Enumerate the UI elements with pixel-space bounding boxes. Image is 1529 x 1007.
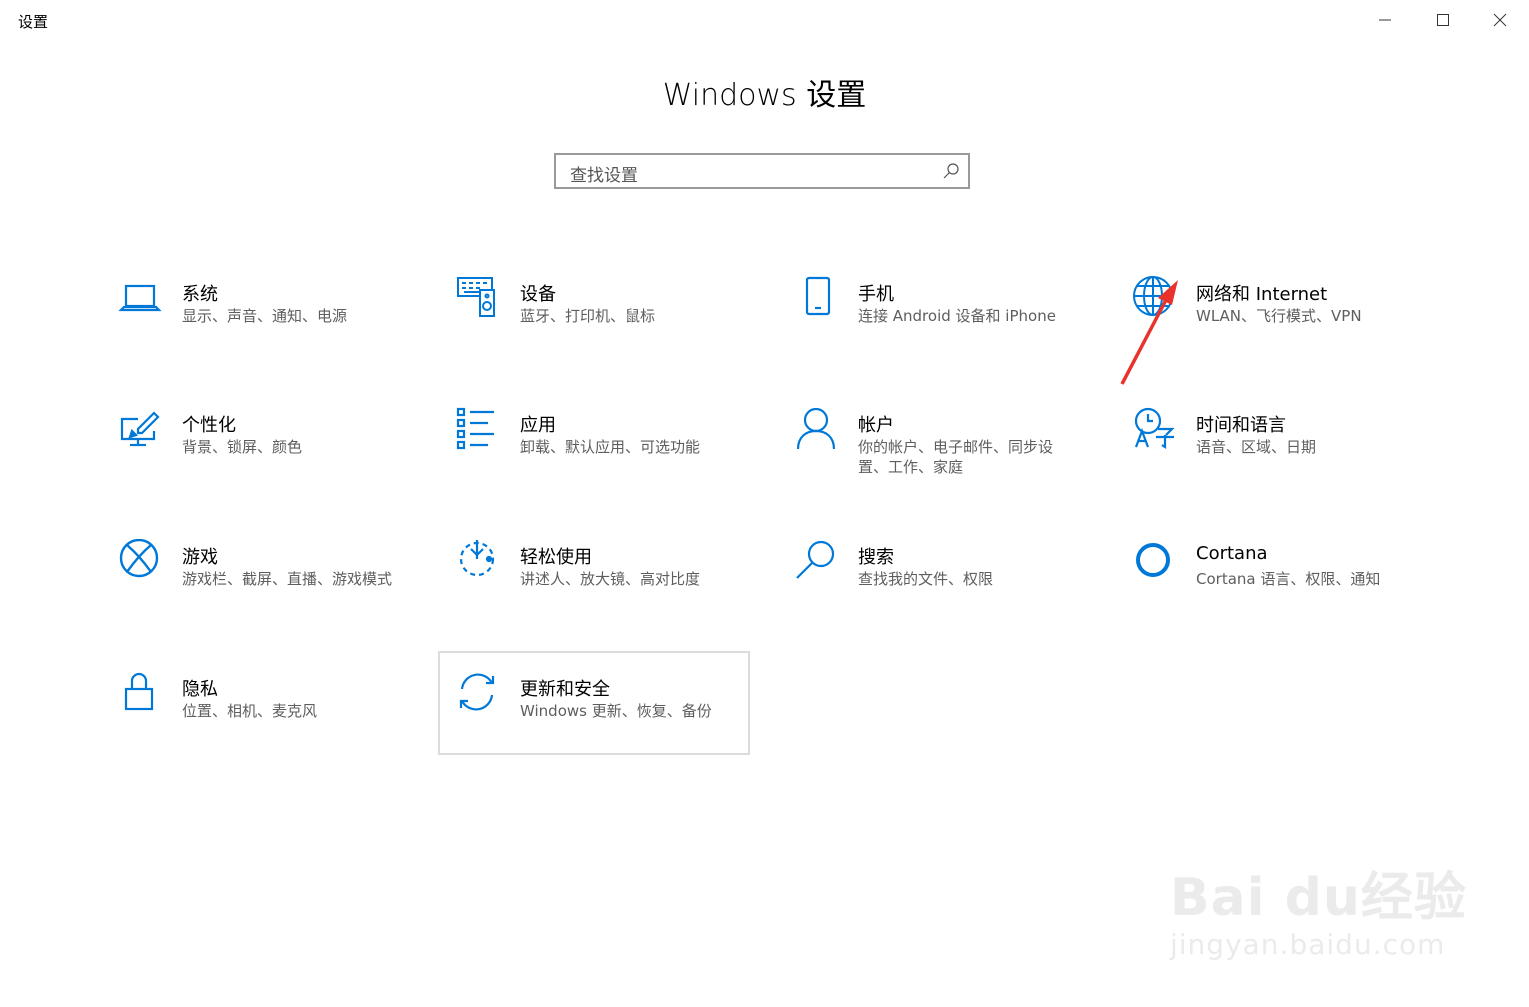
paint-monitor-icon — [118, 407, 162, 451]
tile-name: 隐私 — [182, 679, 218, 700]
keyboard-speaker-icon — [456, 276, 500, 320]
xbox-icon — [118, 539, 162, 583]
tile-desc: 讲述人、放大镜、高对比度 — [520, 570, 701, 588]
tile-desc: 背景、锁屏、颜色 — [182, 438, 303, 456]
tile-search[interactable]: 搜索 查找我的文件、权限 — [778, 521, 1090, 625]
tile-gaming[interactable]: 游戏 游戏栏、截屏、直播、游戏模式 — [102, 521, 414, 625]
search-box[interactable]: 查找设置 — [554, 153, 970, 189]
cortana-icon — [1132, 539, 1176, 583]
title-bar: 设置 — [0, 0, 1529, 40]
tile-desc: 卸载、默认应用、可选功能 — [520, 438, 701, 456]
tile-phone[interactable]: 手机 连接 Android 设备和 iPhone — [778, 258, 1090, 362]
tile-desc: 连接 Android 设备和 iPhone — [858, 307, 1056, 325]
tile-desc: 位置、相机、麦克风 — [182, 702, 318, 720]
tile-name: 系统 — [182, 284, 218, 305]
tile-privacy[interactable]: 隐私 位置、相机、麦克风 — [102, 653, 414, 757]
laptop-icon — [118, 276, 162, 320]
minimize-button[interactable] — [1356, 0, 1414, 40]
minimize-icon — [1379, 19, 1391, 21]
tile-cortana[interactable]: Cortana Cortana 语言、权限、通知 — [1116, 521, 1428, 625]
tile-desc: 显示、声音、通知、电源 — [182, 307, 348, 325]
page-title: Windows 设置 — [662, 78, 867, 113]
tile-name: 手机 — [858, 284, 894, 305]
search-input[interactable]: 查找设置 — [570, 161, 638, 186]
tile-name: 游戏 — [182, 547, 218, 568]
tile-ease-of-access[interactable]: 轻松使用 讲述人、放大镜、高对比度 — [440, 521, 752, 625]
app-title: 设置 — [18, 13, 49, 31]
close-icon — [1493, 13, 1507, 27]
tile-desc: WLAN、飞行模式、VPN — [1196, 307, 1362, 325]
search-icon — [794, 539, 838, 583]
maximize-icon — [1437, 14, 1449, 26]
tile-apps[interactable]: 应用 卸载、默认应用、可选功能 — [440, 389, 752, 493]
tile-name: 个性化 — [182, 415, 236, 436]
phone-icon — [794, 276, 838, 320]
tile-network[interactable]: 网络和 Internet WLAN、飞行模式、VPN — [1116, 258, 1428, 362]
tile-time-language[interactable]: 时间和语言 语音、区域、日期 — [1116, 389, 1428, 493]
tile-name: 轻松使用 — [520, 547, 592, 568]
watermark-brand: Bai du经验 — [1170, 868, 1467, 928]
tile-name: Cortana — [1196, 543, 1268, 564]
lock-icon — [118, 671, 162, 715]
tile-name: 应用 — [520, 415, 556, 436]
tile-name: 时间和语言 — [1196, 415, 1286, 436]
tile-desc: Windows 更新、恢复、备份 — [520, 702, 712, 720]
tile-desc: 你的帐户、电子邮件、同步设置、工作、家庭 — [858, 438, 1054, 476]
tile-desc: 语音、区域、日期 — [1196, 438, 1317, 456]
person-icon — [794, 407, 838, 451]
tile-update-security[interactable]: 更新和安全 Windows 更新、恢复、备份 — [438, 651, 750, 755]
tile-name: 更新和安全 — [520, 679, 610, 700]
maximize-button[interactable] — [1414, 0, 1472, 40]
time-language-icon — [1132, 407, 1176, 451]
tile-name: 帐户 — [858, 415, 894, 436]
tile-name: 搜索 — [858, 547, 894, 568]
tile-desc: Cortana 语言、权限、通知 — [1196, 570, 1381, 588]
ease-of-access-icon — [456, 539, 500, 583]
tile-desc: 查找我的文件、权限 — [858, 570, 994, 588]
watermark: Bai du经验 jingyan.baidu.com — [1170, 855, 1467, 961]
tile-devices[interactable]: 设备 蓝牙、打印机、鼠标 — [440, 258, 752, 362]
tile-accounts[interactable]: 帐户 你的帐户、电子邮件、同步设置、工作、家庭 — [778, 389, 1090, 493]
sync-icon — [456, 671, 500, 715]
close-button[interactable] — [1471, 0, 1529, 40]
tile-desc: 游戏栏、截屏、直播、游戏模式 — [182, 570, 393, 588]
tile-personalization[interactable]: 个性化 背景、锁屏、颜色 — [102, 389, 414, 493]
search-icon[interactable] — [942, 162, 960, 180]
tile-system[interactable]: 系统 显示、声音、通知、电源 — [102, 258, 414, 362]
tile-desc: 蓝牙、打印机、鼠标 — [520, 307, 656, 325]
list-icon — [456, 407, 500, 451]
globe-icon — [1132, 276, 1176, 320]
tile-name: 设备 — [520, 284, 556, 305]
tile-name: 网络和 Internet — [1196, 284, 1328, 305]
watermark-url: jingyan.baidu.com — [1170, 928, 1446, 961]
